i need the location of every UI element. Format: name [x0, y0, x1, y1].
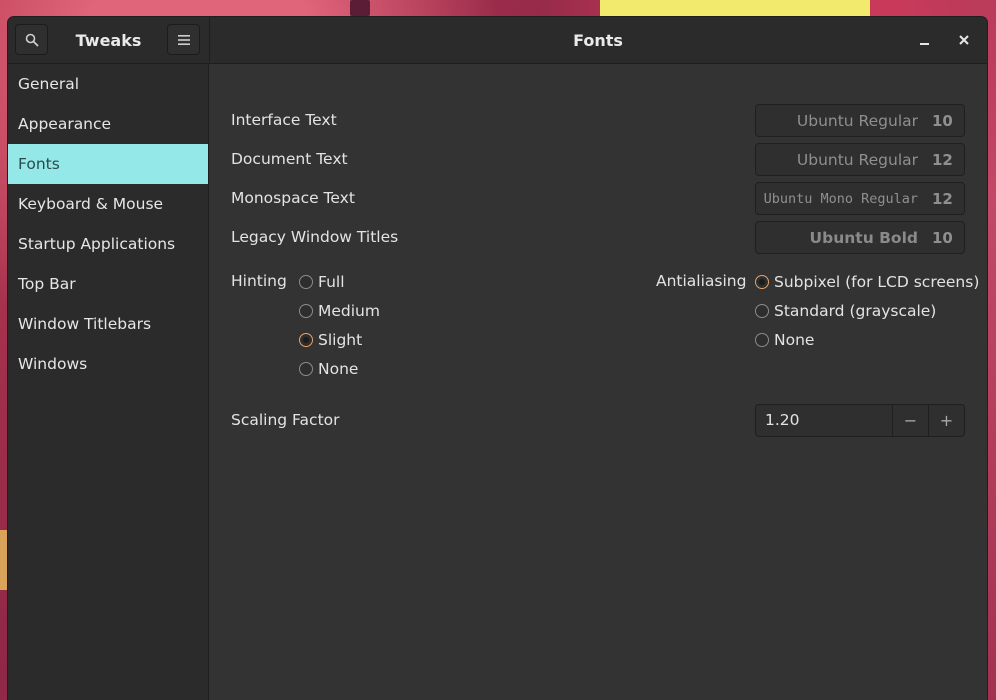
legacy-font-size: 10: [932, 228, 953, 247]
radio-button[interactable]: [755, 304, 769, 318]
document-font-size: 12: [932, 150, 953, 169]
radio-button-checked[interactable]: [299, 333, 313, 347]
page-title: Fonts: [573, 30, 623, 50]
sidebar-item-window-titlebars[interactable]: Window Titlebars: [8, 304, 208, 344]
fonts-panel: Interface Text Ubuntu Regular 10 Documen…: [209, 64, 987, 700]
radio-button[interactable]: [299, 362, 313, 376]
sidebar-item-startup-applications[interactable]: Startup Applications: [8, 224, 208, 264]
increase-button[interactable]: +: [928, 405, 964, 436]
radio-button-checked[interactable]: [755, 275, 769, 289]
document-text-label: Document Text: [231, 150, 348, 168]
minimize-icon: [920, 43, 929, 45]
sidebar-item-top-bar[interactable]: Top Bar: [8, 264, 208, 304]
radio-label: Full: [318, 273, 345, 291]
sidebar: General Appearance Fonts Keyboard & Mous…: [8, 64, 209, 700]
search-button[interactable]: [15, 24, 48, 55]
radio-label: None: [774, 331, 815, 349]
interface-font-size: 10: [932, 111, 953, 130]
monospace-text-font-button[interactable]: Ubuntu Mono Regular 12: [755, 182, 965, 215]
document-text-font-button[interactable]: Ubuntu Regular 12: [755, 143, 965, 176]
radio-label: Subpixel (for LCD screens): [774, 273, 980, 291]
radio-label: Medium: [318, 302, 380, 320]
minimize-button[interactable]: [915, 30, 935, 50]
hinting-option-slight[interactable]: Slight: [299, 331, 362, 349]
radio-label: Slight: [318, 331, 363, 349]
scaling-factor-value[interactable]: 1.20: [756, 405, 892, 436]
sidebar-item-fonts[interactable]: Fonts: [8, 144, 208, 184]
antialiasing-option-none[interactable]: None: [755, 331, 814, 349]
legacy-window-titles-label: Legacy Window Titles: [231, 228, 399, 246]
radio-label: None: [318, 360, 359, 378]
interface-font-name: Ubuntu Regular: [796, 111, 918, 130]
monospace-font-size: 12: [932, 189, 953, 208]
close-button[interactable]: [954, 30, 974, 50]
interface-text-font-button[interactable]: Ubuntu Regular 10: [755, 104, 965, 137]
document-font-name: Ubuntu Regular: [796, 150, 918, 169]
wallpaper-shape: [0, 530, 8, 590]
hinting-option-none[interactable]: None: [299, 360, 358, 378]
antialiasing-label: Antialiasing: [656, 272, 747, 290]
hamburger-menu-icon: [177, 34, 190, 45]
wallpaper-shape: [350, 0, 370, 16]
antialiasing-option-standard[interactable]: Standard (grayscale): [755, 302, 936, 320]
monospace-text-label: Monospace Text: [231, 189, 355, 207]
hinting-label: Hinting: [231, 272, 287, 290]
radio-button[interactable]: [299, 275, 313, 289]
search-icon: [25, 33, 39, 47]
tweaks-window: Tweaks Fonts General Appearance Fonts Ke…: [8, 17, 987, 700]
radio-button[interactable]: [755, 333, 769, 347]
sidebar-item-general[interactable]: General: [8, 64, 208, 104]
sidebar-header: Tweaks: [8, 17, 210, 63]
decrease-button[interactable]: −: [892, 405, 928, 436]
radio-label: Standard (grayscale): [774, 302, 937, 320]
wallpaper-shape: [600, 0, 870, 18]
legacy-font-name: Ubuntu Bold: [809, 228, 918, 247]
close-icon: [959, 35, 969, 45]
scaling-factor-label: Scaling Factor: [231, 411, 340, 429]
menu-button[interactable]: [167, 24, 200, 55]
scaling-factor-spinbutton[interactable]: 1.20 − +: [755, 404, 965, 437]
interface-text-label: Interface Text: [231, 111, 337, 129]
sidebar-item-appearance[interactable]: Appearance: [8, 104, 208, 144]
sidebar-item-keyboard-mouse[interactable]: Keyboard & Mouse: [8, 184, 208, 224]
hinting-option-full[interactable]: Full: [299, 273, 345, 291]
header-bar: Tweaks Fonts: [8, 17, 987, 64]
radio-button[interactable]: [299, 304, 313, 318]
monospace-font-name: Ubuntu Mono Regular: [763, 190, 918, 207]
sidebar-item-windows[interactable]: Windows: [8, 344, 208, 384]
legacy-window-titles-font-button[interactable]: Ubuntu Bold 10: [755, 221, 965, 254]
hinting-option-medium[interactable]: Medium: [299, 302, 380, 320]
antialiasing-option-subpixel[interactable]: Subpixel (for LCD screens): [755, 273, 979, 291]
